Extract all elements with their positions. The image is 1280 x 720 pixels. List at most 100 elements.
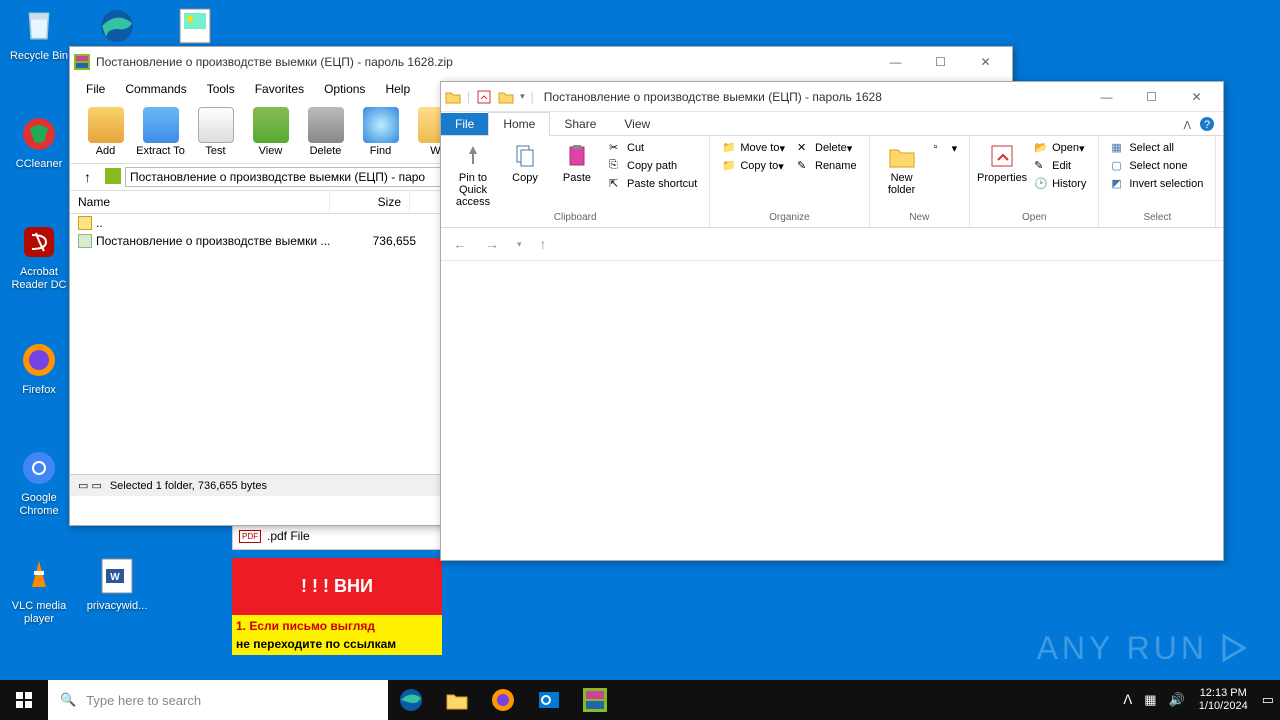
ribbon-tabs: File Home Share View ᐱ ? bbox=[441, 112, 1223, 136]
shortcut-icon: ⇱ bbox=[609, 177, 623, 191]
pin-quick-access-button[interactable]: Pin to Quick access bbox=[449, 140, 497, 210]
svg-text:?: ? bbox=[1204, 119, 1210, 131]
paste-button[interactable]: Paste bbox=[553, 140, 601, 186]
tray-volume-icon[interactable]: 🔊 bbox=[1163, 692, 1191, 708]
start-button[interactable] bbox=[0, 680, 48, 720]
warning-line-1: 1. Если письмо выгляд bbox=[232, 615, 442, 637]
tool-delete[interactable]: Delete bbox=[298, 105, 353, 159]
tool-test[interactable]: Test bbox=[188, 105, 243, 159]
tool-find[interactable]: Find bbox=[353, 105, 408, 159]
history-button[interactable]: 🕑History bbox=[1030, 176, 1090, 192]
folder-icon bbox=[78, 234, 92, 248]
col-name[interactable]: Name bbox=[70, 191, 330, 213]
desktop-icon-ccleaner[interactable]: CCleaner bbox=[2, 114, 76, 171]
tool-add[interactable]: Add bbox=[78, 105, 133, 159]
desktop-icon-firefox[interactable]: Firefox bbox=[2, 340, 76, 397]
winrar-title-text: Постановление о производстве выемки (ЕЦП… bbox=[96, 55, 873, 69]
desktop-icon-recycle-bin[interactable]: Recycle Bin bbox=[2, 6, 76, 63]
minimize-button[interactable]: — bbox=[873, 48, 918, 77]
tool-extract[interactable]: Extract To bbox=[133, 105, 188, 159]
menu-tools[interactable]: Tools bbox=[197, 79, 245, 99]
rename-button[interactable]: ✎Rename bbox=[793, 158, 861, 174]
select-all-button[interactable]: ▦Select all bbox=[1107, 140, 1207, 156]
invert-icon: ◩ bbox=[1111, 177, 1125, 191]
folder-icon bbox=[445, 89, 461, 105]
menu-options[interactable]: Options bbox=[314, 79, 375, 99]
tray-notifications-icon[interactable]: ▭ bbox=[1256, 692, 1280, 708]
pdf-icon: PDF bbox=[239, 530, 261, 543]
invert-selection-button[interactable]: ◩Invert selection bbox=[1107, 176, 1207, 192]
taskbar: 🔍 Type here to search ᐱ ▦ 🔊 12:13 PM 1/1… bbox=[0, 680, 1280, 720]
tab-home[interactable]: Home bbox=[488, 112, 550, 136]
close-button[interactable]: ✕ bbox=[1174, 82, 1219, 111]
copyto-button[interactable]: 📁Copy to ▾ bbox=[718, 158, 789, 174]
explorer-titlebar[interactable]: | ▾ | Постановление о производстве выемк… bbox=[441, 82, 1223, 112]
moveto-button[interactable]: 📁Move to ▾ bbox=[718, 140, 789, 156]
tab-view[interactable]: View bbox=[610, 113, 664, 135]
forward-button[interactable]: → bbox=[481, 234, 503, 254]
tray-clock[interactable]: 12:13 PM 1/10/2024 bbox=[1191, 687, 1256, 713]
cut-button[interactable]: ✂Cut bbox=[605, 140, 701, 156]
tray-chevron-icon[interactable]: ᐱ bbox=[1117, 692, 1138, 708]
up-button[interactable]: ↑ bbox=[78, 167, 97, 187]
attachment-pdf[interactable]: PDF .pdf File bbox=[232, 522, 442, 550]
recent-dropdown[interactable]: ▾ bbox=[513, 237, 526, 252]
desktop-icon-word-file[interactable]: W privacywid... bbox=[80, 556, 154, 613]
folder-icon bbox=[78, 216, 92, 230]
explorer-title-text: Постановление о производстве выемки (ЕЦП… bbox=[544, 90, 1084, 104]
back-button[interactable]: ← bbox=[449, 234, 471, 254]
tray-network-icon[interactable]: ▦ bbox=[1138, 692, 1162, 708]
copypath-button[interactable]: ⎘Copy path bbox=[605, 158, 701, 174]
warning-line-2: не переходите по ссылкам bbox=[232, 637, 442, 655]
ribbon: Pin to Quick access Copy Paste ✂Cut ⎘Cop… bbox=[441, 136, 1223, 228]
taskbar-firefox[interactable] bbox=[480, 680, 526, 720]
maximize-button[interactable]: ☐ bbox=[1129, 82, 1174, 111]
taskbar-edge[interactable] bbox=[388, 680, 434, 720]
moveto-icon: 📁 bbox=[722, 141, 736, 155]
menu-favorites[interactable]: Favorites bbox=[245, 79, 314, 99]
tab-share[interactable]: Share bbox=[550, 113, 610, 135]
close-button[interactable]: ✕ bbox=[963, 48, 1008, 77]
open-icon: 📂 bbox=[1034, 141, 1048, 155]
taskbar-winrar[interactable] bbox=[572, 680, 618, 720]
paste-shortcut-button[interactable]: ⇱Paste shortcut bbox=[605, 176, 701, 192]
new-item-button[interactable]: ▫▾ bbox=[930, 140, 962, 156]
menu-help[interactable]: Help bbox=[375, 79, 420, 99]
desktop-icon-chrome[interactable]: Google Chrome bbox=[2, 448, 76, 518]
minimize-button[interactable]: — bbox=[1084, 82, 1129, 111]
desktop-icon-acrobat[interactable]: Acrobat Reader DC bbox=[2, 222, 76, 292]
search-input[interactable]: 🔍 Type here to search bbox=[48, 680, 388, 720]
open-button[interactable]: 📂Open ▾ bbox=[1030, 140, 1090, 156]
cut-icon: ✂ bbox=[609, 141, 623, 155]
collapse-ribbon-icon[interactable]: ᐱ bbox=[1183, 119, 1191, 132]
menu-commands[interactable]: Commands bbox=[115, 79, 196, 99]
edit-icon: ✎ bbox=[1034, 159, 1048, 173]
tab-file[interactable]: File bbox=[441, 113, 488, 135]
up-button[interactable]: ↑ bbox=[536, 234, 551, 254]
edit-button[interactable]: ✎Edit bbox=[1030, 158, 1090, 174]
copypath-icon: ⎘ bbox=[609, 159, 623, 173]
taskbar-explorer[interactable] bbox=[434, 680, 480, 720]
history-icon: 🕑 bbox=[1034, 177, 1048, 191]
taskbar-outlook[interactable] bbox=[526, 680, 572, 720]
col-size[interactable]: Size bbox=[330, 191, 410, 213]
desktop-icon-vlc[interactable]: VLC media player bbox=[2, 556, 76, 626]
tool-view[interactable]: View bbox=[243, 105, 298, 159]
folder-icon[interactable] bbox=[498, 89, 514, 105]
help-icon[interactable]: ? bbox=[1199, 116, 1215, 135]
winrar-titlebar[interactable]: Постановление о производстве выемки (ЕЦП… bbox=[70, 47, 1012, 77]
desktop-icon-image-file[interactable] bbox=[158, 6, 232, 50]
select-none-button[interactable]: ▢Select none bbox=[1107, 158, 1207, 174]
properties-icon[interactable] bbox=[476, 89, 492, 105]
copy-button[interactable]: Copy bbox=[501, 140, 549, 186]
new-folder-button[interactable]: New folder bbox=[878, 140, 926, 198]
desktop-icon-edge[interactable] bbox=[80, 6, 154, 50]
menu-file[interactable]: File bbox=[76, 79, 115, 99]
selectnone-icon: ▢ bbox=[1111, 159, 1125, 173]
delete-button[interactable]: ✕Delete ▾ bbox=[793, 140, 861, 156]
maximize-button[interactable]: ☐ bbox=[918, 48, 963, 77]
chevron-down-icon[interactable]: ▾ bbox=[520, 91, 525, 102]
properties-button[interactable]: Properties bbox=[978, 140, 1026, 186]
winrar-icon bbox=[74, 54, 90, 70]
quick-access-toolbar: | ▾ | bbox=[445, 89, 534, 105]
